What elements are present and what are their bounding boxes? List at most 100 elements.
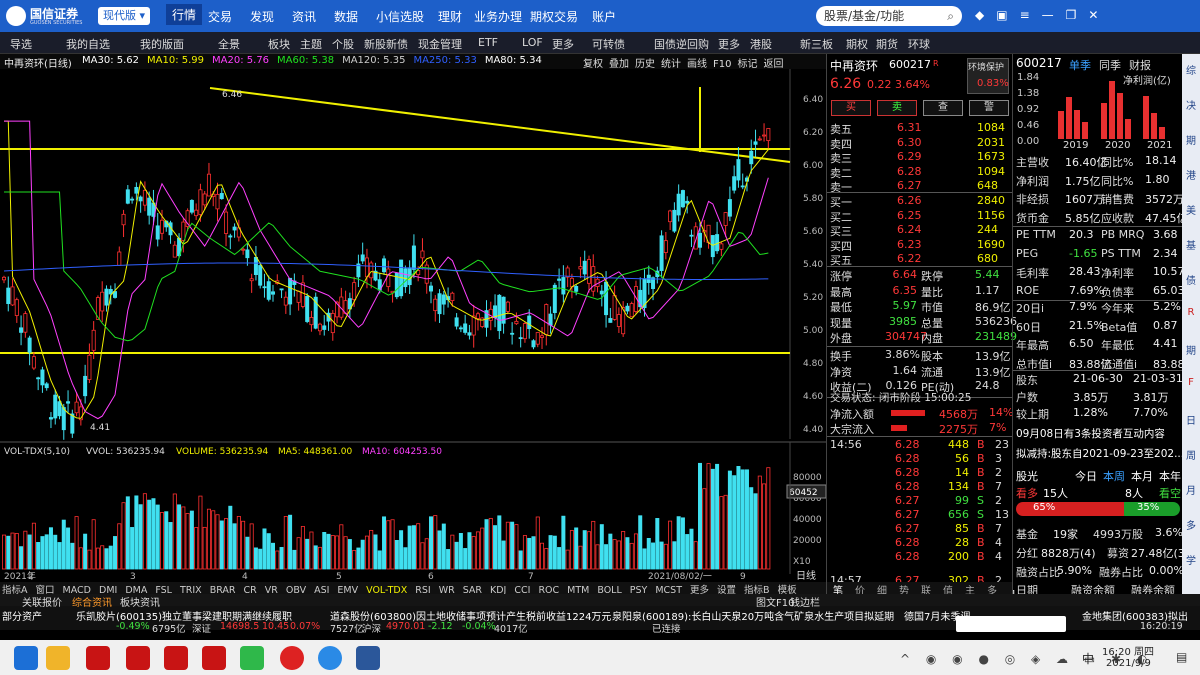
sidebar-item-11[interactable]: 周 bbox=[1184, 447, 1198, 462]
sidebar-item-13[interactable]: 多 bbox=[1184, 517, 1198, 532]
toolbar-item-3[interactable]: 全景 bbox=[218, 36, 240, 52]
tick-count: 23 bbox=[995, 438, 1009, 451]
toolbar-item-1[interactable]: 我的自选 bbox=[66, 36, 110, 52]
toolbar-item-17[interactable]: 期权 bbox=[846, 36, 868, 52]
candle-body bbox=[723, 212, 728, 226]
search-box[interactable]: 股票/基金/功能 ⌕ bbox=[816, 6, 962, 26]
menu-3[interactable]: 资讯 bbox=[292, 8, 316, 25]
volume-bar bbox=[360, 539, 365, 570]
menu-8[interactable]: 期权交易 bbox=[530, 8, 578, 25]
notification-icon[interactable]: ▤ bbox=[1176, 650, 1187, 664]
candle-body bbox=[625, 305, 630, 312]
menu-0[interactable]: 行情 bbox=[166, 4, 203, 25]
info-tab-0[interactable]: 关联报价 bbox=[22, 594, 62, 609]
trading-app-icon[interactable] bbox=[86, 646, 110, 670]
skin-icon[interactable]: ◆ bbox=[975, 8, 996, 22]
sidebar-item-7[interactable]: R bbox=[1184, 307, 1198, 318]
screen-icon[interactable]: ▣ bbox=[996, 8, 1019, 22]
menu-4[interactable]: 数据 bbox=[334, 8, 358, 25]
toolbar-item-9[interactable]: ETF bbox=[478, 36, 498, 49]
explorer-icon[interactable] bbox=[46, 646, 70, 670]
toolbar-item-7[interactable]: 新股新债 bbox=[364, 36, 408, 52]
toolbar-item-0[interactable]: 导选 bbox=[10, 36, 32, 52]
toolbar-item-19[interactable]: 环球 bbox=[908, 36, 930, 52]
sidebar-item-2[interactable]: 期 bbox=[1184, 132, 1198, 147]
quote-button-2[interactable]: 查 bbox=[923, 100, 963, 116]
toolbar-item-10[interactable]: LOF bbox=[522, 36, 543, 49]
index-value: 深证 bbox=[192, 624, 212, 635]
volume-bar bbox=[548, 535, 553, 570]
menu-9[interactable]: 账户 bbox=[592, 8, 616, 25]
toolbar-item-5[interactable]: 主题 bbox=[300, 36, 322, 52]
sentiment-tab-0[interactable]: 今日 bbox=[1075, 468, 1097, 484]
toolbar-item-6[interactable]: 个股 bbox=[332, 36, 354, 52]
restore-icon[interactable]: ❐ bbox=[1066, 8, 1089, 22]
menu-2[interactable]: 发现 bbox=[250, 8, 274, 25]
quote-button-0[interactable]: 买 bbox=[831, 100, 871, 116]
sidebar-item-12[interactable]: 月 bbox=[1184, 482, 1198, 497]
sentiment-tab-1[interactable]: 本周 bbox=[1103, 468, 1125, 484]
fund-tab-2[interactable]: 财报 bbox=[1129, 57, 1151, 73]
sidebar-item-9[interactable]: F bbox=[1184, 377, 1198, 388]
toolbar-item-13[interactable]: 国债逆回购 bbox=[654, 36, 709, 52]
mode-select[interactable]: 现代版 ▾ bbox=[98, 7, 150, 25]
sidebar-item-4[interactable]: 美 bbox=[1184, 202, 1198, 217]
sidebar-item-10[interactable]: 日 bbox=[1184, 412, 1198, 427]
quote-button-3[interactable]: 警 bbox=[969, 100, 1009, 116]
toolbar-item-11[interactable]: 更多 bbox=[552, 36, 574, 52]
info-tab-2[interactable]: 板块资讯 bbox=[120, 594, 160, 609]
sentiment-tab-3[interactable]: 本年 bbox=[1159, 468, 1181, 484]
word-icon[interactable] bbox=[356, 646, 380, 670]
f10-link[interactable]: 图文F10 bbox=[756, 594, 794, 609]
stat-label: 换手 bbox=[830, 350, 852, 363]
trading-app-icon[interactable] bbox=[202, 646, 226, 670]
toolbar-item-8[interactable]: 现金管理 bbox=[418, 36, 462, 52]
toolbar-item-2[interactable]: 我的版面 bbox=[140, 36, 184, 52]
period-label[interactable]: 日线 bbox=[796, 569, 816, 582]
toolbar-item-15[interactable]: 港股 bbox=[750, 36, 772, 52]
toolbar-item-16[interactable]: 新三板 bbox=[800, 36, 833, 52]
candle-body bbox=[14, 299, 19, 316]
start-icon[interactable] bbox=[14, 646, 38, 670]
sidebar-item-3[interactable]: 港 bbox=[1184, 167, 1198, 182]
menu-6[interactable]: 理财 bbox=[438, 8, 462, 25]
volume-bar bbox=[480, 527, 485, 570]
sidebar-item-1[interactable]: 决 bbox=[1184, 97, 1198, 112]
menu-7[interactable]: 业务办理 bbox=[474, 8, 522, 25]
close-icon[interactable]: ✕ bbox=[1088, 8, 1110, 22]
side-toggle[interactable]: 钱边栏 bbox=[790, 594, 820, 609]
browser-icon[interactable] bbox=[280, 646, 304, 670]
info-tab-1[interactable]: 综合资讯 bbox=[72, 594, 112, 609]
volume-bar bbox=[117, 523, 122, 570]
sidebar-item-8[interactable]: 期 bbox=[1184, 342, 1198, 357]
fund-tab-1[interactable]: 同季 bbox=[1099, 57, 1121, 73]
trading-app-icon[interactable] bbox=[164, 646, 188, 670]
quote-button-1[interactable]: 卖 bbox=[877, 100, 917, 116]
sidebar-item-5[interactable]: 基 bbox=[1184, 237, 1198, 252]
price-tick: 5.00 bbox=[803, 326, 823, 336]
news-item[interactable]: 拟减持:股东自2021-09-23至202... bbox=[1016, 446, 1184, 461]
toolbar-item-14[interactable]: 更多 bbox=[718, 36, 740, 52]
candle-body bbox=[322, 325, 327, 330]
sidebar-item-0[interactable]: 综 bbox=[1184, 62, 1198, 77]
volume-bar bbox=[702, 488, 707, 570]
toolbar-item-4[interactable]: 板块 bbox=[268, 36, 290, 52]
wechat-icon[interactable] bbox=[240, 646, 264, 670]
menu-1[interactable]: 交易 bbox=[208, 8, 232, 25]
sidebar-item-6[interactable]: 债 bbox=[1184, 272, 1198, 287]
kline-chart[interactable]: 中再资环(日线) MA30: 5.62 MA10: 5.99 MA20: 5.76 M… bbox=[0, 54, 826, 595]
app-icon[interactable] bbox=[318, 646, 342, 670]
sentiment-tab-2[interactable]: 本月 bbox=[1131, 468, 1153, 484]
sidebar-item-14[interactable]: 学 bbox=[1184, 552, 1198, 567]
toolbar-item-12[interactable]: 可转债 bbox=[592, 36, 625, 52]
candle-body bbox=[527, 315, 532, 330]
minimize-icon[interactable]: — bbox=[1042, 8, 1066, 22]
menu-icon[interactable]: ≡ bbox=[1020, 8, 1042, 22]
trading-app-icon[interactable] bbox=[126, 646, 150, 670]
ime-toolbar[interactable] bbox=[956, 616, 1066, 632]
toolbar-item-18[interactable]: 期货 bbox=[876, 36, 898, 52]
menu-5[interactable]: 小信选股 bbox=[376, 8, 424, 25]
news-item[interactable]: 09月08日有3条投资者互动内容 bbox=[1016, 426, 1165, 441]
fund-tab-0[interactable]: 单季 bbox=[1069, 57, 1091, 73]
ime-indicator[interactable]: 中 bbox=[1082, 650, 1094, 667]
